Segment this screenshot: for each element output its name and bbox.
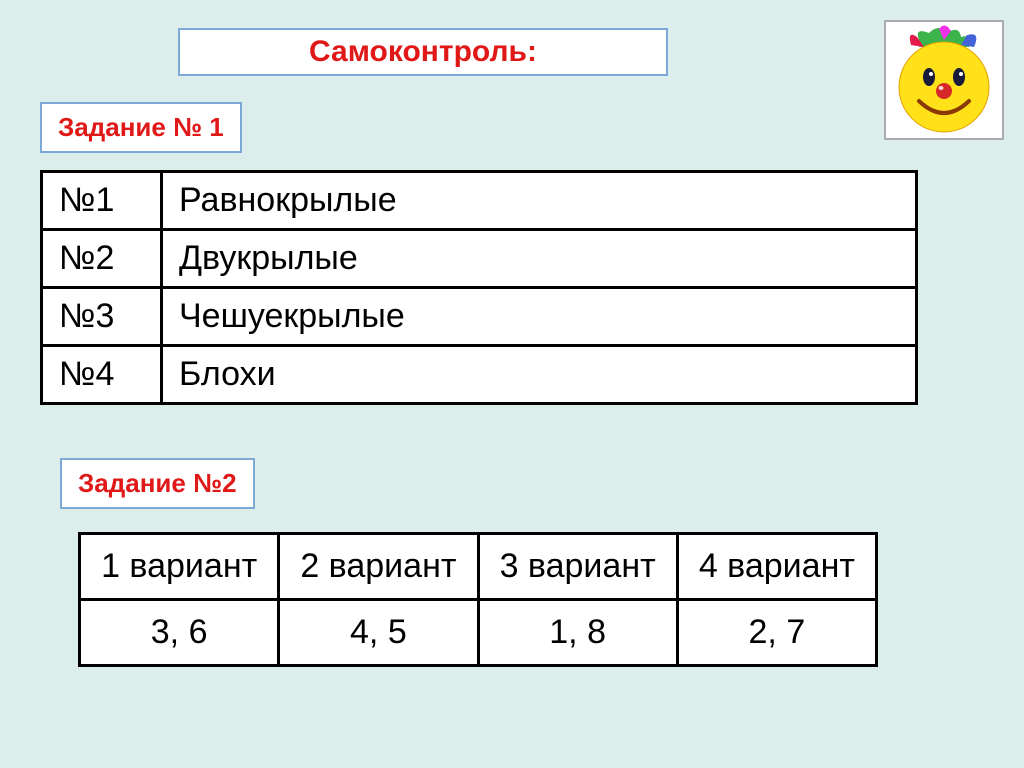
variant-value: 2, 7 — [677, 600, 876, 666]
table-row: 1 вариант 2 вариант 3 вариант 4 вариант — [80, 534, 877, 600]
variant-header: 1 вариант — [80, 534, 279, 600]
task1-table: №1 Равнокрылые №2 Двукрылые №3 Чешуекрыл… — [40, 170, 918, 405]
row-name: Блохи — [162, 346, 917, 404]
variant-value: 4, 5 — [279, 600, 478, 666]
page-title-box: Самоконтроль: — [178, 28, 668, 76]
table-row: №4 Блохи — [42, 346, 917, 404]
table-row: №1 Равнокрылые — [42, 172, 917, 230]
row-name: Чешуекрылые — [162, 288, 917, 346]
row-num: №1 — [42, 172, 162, 230]
variant-value: 3, 6 — [80, 600, 279, 666]
smiley-icon — [889, 25, 999, 135]
table-row: 3, 6 4, 5 1, 8 2, 7 — [80, 600, 877, 666]
smiley-image — [884, 20, 1004, 140]
variant-value: 1, 8 — [478, 600, 677, 666]
page-title: Самоконтроль: — [309, 35, 537, 69]
task2-table: 1 вариант 2 вариант 3 вариант 4 вариант … — [78, 532, 878, 667]
variant-header: 4 вариант — [677, 534, 876, 600]
table-row: №2 Двукрылые — [42, 230, 917, 288]
row-name: Равнокрылые — [162, 172, 917, 230]
table-row: №3 Чешуекрылые — [42, 288, 917, 346]
variant-header: 2 вариант — [279, 534, 478, 600]
row-num: №2 — [42, 230, 162, 288]
task1-label: Задание № 1 — [40, 102, 242, 153]
row-num: №4 — [42, 346, 162, 404]
variant-header: 3 вариант — [478, 534, 677, 600]
task2-label: Задание №2 — [60, 458, 255, 509]
row-num: №3 — [42, 288, 162, 346]
row-name: Двукрылые — [162, 230, 917, 288]
